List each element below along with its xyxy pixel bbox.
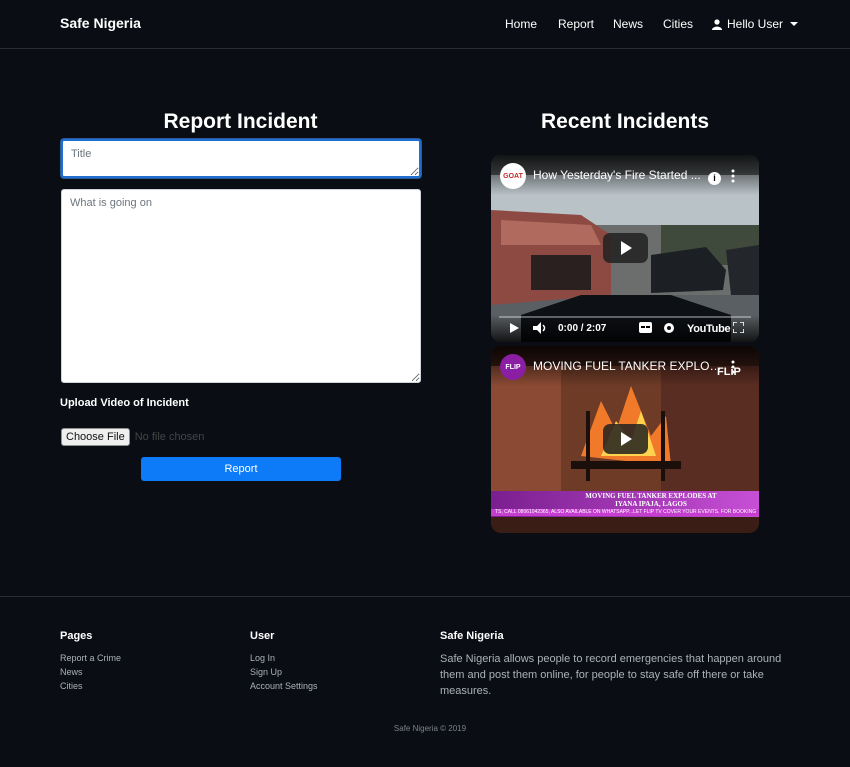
video-title[interactable]: MOVING FUEL TANKER EXPLODES... [533,359,723,373]
footer-link-account-settings[interactable]: Account Settings [250,679,318,693]
description-textarea[interactable] [61,189,421,383]
play-small-icon[interactable] [509,322,520,334]
footer-pages: Pages Report a Crime News Cities [60,630,121,693]
title-input[interactable] [61,139,421,178]
footer-divider [0,596,850,597]
nav-news[interactable]: News [613,17,643,31]
fullscreen-icon[interactable] [733,322,744,333]
footer-pages-heading: Pages [60,630,93,642]
nav-home[interactable]: Home [505,17,537,31]
report-submit-button[interactable]: Report [141,457,341,481]
channel-logo[interactable]: FLIP [500,354,526,380]
youtube-logo[interactable]: YouTube [687,323,731,335]
nav-links: Home Report News Cities Hello User [0,17,850,33]
progress-bar[interactable] [499,316,751,318]
video-embed-1[interactable]: GOAT How Yesterday's Fire Started ... i … [491,155,759,342]
footer-link-login[interactable]: Log In [250,651,318,665]
file-status: No file chosen [134,431,205,443]
user-icon [712,18,722,30]
more-vertical-icon[interactable] [731,169,735,183]
video-embed-2[interactable]: FLIP MOVING FUEL TANKER EXPLODES... FLiP… [491,346,759,533]
choose-file-button[interactable]: Choose File [61,428,130,446]
user-menu-label: Hello User [727,17,784,31]
report-incident-heading: Report Incident [163,110,318,133]
nav-cities[interactable]: Cities [663,17,693,31]
footer-user-heading: User [250,630,275,642]
news-ticker: TS, CALL 08061042365, ALSO AVAILABLE ON … [491,509,759,516]
upload-video-label: Upload Video of Incident [60,397,189,409]
footer-about-heading: Safe Nigeria [440,630,504,642]
footer-link-news[interactable]: News [60,665,121,679]
flip-watermark: FLiP [717,366,741,378]
news-banner-text: MOVING FUEL TANKER EXPLODES AT IYANA IPA… [551,492,751,508]
news-banner-line-1: MOVING FUEL TANKER EXPLODES AT [585,492,717,500]
recent-incidents-heading: Recent Incidents [540,110,710,133]
user-menu-dropdown[interactable]: Hello User [712,17,799,31]
news-banner-line-2: IYANA IPAJA, LAGOS [615,500,687,508]
footer-link-signup[interactable]: Sign Up [250,665,318,679]
info-icon[interactable]: i [708,172,721,185]
play-icon[interactable] [603,233,648,263]
volume-icon[interactable] [533,322,548,334]
settings-gear-icon[interactable] [663,322,675,334]
nav-report[interactable]: Report [558,17,594,31]
caret-down-icon [790,22,799,26]
channel-logo[interactable]: GOAT [500,163,526,189]
navbar: Safe Nigeria Home Report News Cities Hel… [0,0,850,49]
captions-icon[interactable] [639,322,652,333]
footer-about-text: Safe Nigeria allows people to record eme… [440,653,782,697]
video-title[interactable]: How Yesterday's Fire Started ... [533,168,701,182]
copyright: Safe Nigeria © 2019 [393,724,467,733]
footer-link-report-crime[interactable]: Report a Crime [60,651,121,665]
footer-user: User Log In Sign Up Account Settings [250,630,318,693]
file-input: Choose File No file chosen [61,428,204,446]
video-time: 0:00 / 2:07 [558,323,607,334]
footer-about: Safe Nigeria Safe Nigeria allows people … [440,630,792,699]
play-icon[interactable] [603,424,648,454]
footer-link-cities[interactable]: Cities [60,679,121,693]
